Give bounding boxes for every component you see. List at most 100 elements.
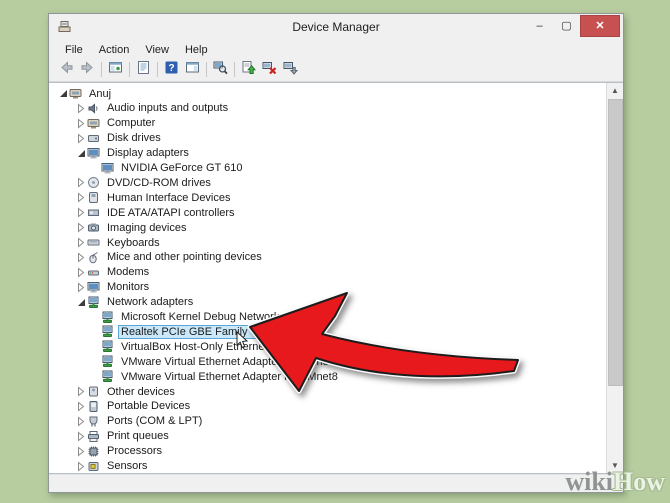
tree-row: Keyboards <box>49 235 607 250</box>
modem-icon <box>87 266 102 279</box>
tree-item-label[interactable]: IDE ATA/ATAPI controllers <box>104 206 238 220</box>
tree-row: Display adapters <box>49 146 607 161</box>
expand-toggle-icon[interactable] <box>75 192 87 203</box>
show-actions-pane-button[interactable] <box>182 60 203 80</box>
expand-toggle-icon[interactable] <box>75 252 87 263</box>
update-driver-software-button[interactable] <box>238 60 259 80</box>
tree-item-label[interactable]: Disk drives <box>104 131 164 145</box>
tree-item-label[interactable]: Processors <box>104 444 165 458</box>
console-window-icon <box>108 60 123 80</box>
scan-icon <box>213 60 228 80</box>
tree-row: VMware Virtual Ethernet Adapter for VMne… <box>49 369 607 384</box>
tree-row: Ports (COM & LPT) <box>49 414 607 429</box>
collapse-toggle-icon[interactable] <box>75 298 87 307</box>
screenshot-stage: Device Manager – ▢ ✕ FileActionViewHelp … <box>0 0 670 503</box>
tree-item-label[interactable]: Network adapters <box>104 295 196 309</box>
tree-item-label[interactable]: Microsoft Kernel Debug Network Adapter <box>118 310 323 324</box>
collapse-toggle-icon[interactable] <box>57 89 69 98</box>
toolbar-separator <box>206 62 207 77</box>
scroll-thumb[interactable] <box>608 99 623 386</box>
expand-toggle-icon[interactable] <box>75 118 87 129</box>
title-bar[interactable]: Device Manager – ▢ ✕ <box>49 14 623 41</box>
tree-item-label[interactable]: Imaging devices <box>104 221 190 235</box>
tree-item-label[interactable]: Mice and other pointing devices <box>104 250 265 264</box>
menu-help[interactable]: Help <box>177 43 216 57</box>
expand-toggle-icon[interactable] <box>75 282 87 293</box>
tree-row: NVIDIA GeForce GT 610 <box>49 161 607 176</box>
tree-item-label[interactable]: VMware Virtual Ethernet Adapter for VMne… <box>118 355 341 369</box>
printer-icon <box>87 430 102 443</box>
expand-toggle-icon[interactable] <box>75 133 87 144</box>
device-tree-panel: AnujAudio inputs and outputsComputerDisk… <box>49 82 623 474</box>
tree-item-label[interactable]: Other devices <box>104 385 178 399</box>
tree-item-label[interactable]: Print queues <box>104 429 172 443</box>
tree-item-label[interactable]: VMware Virtual Ethernet Adapter for VMne… <box>118 370 341 384</box>
properties-button[interactable] <box>133 60 154 80</box>
tree-row: Network adapters <box>49 295 607 310</box>
window-controls: – ▢ ✕ <box>526 15 620 36</box>
tree-row: Computer <box>49 116 607 131</box>
tree-row: Realtek PCIe GBE Family Controller <box>49 324 607 339</box>
expand-toggle-icon[interactable] <box>75 416 87 427</box>
tree-item-label[interactable]: Modems <box>104 265 152 279</box>
tree-item-label[interactable]: Audio inputs and outputs <box>104 101 231 115</box>
expand-toggle-icon[interactable] <box>75 401 87 412</box>
ide-icon <box>87 206 102 219</box>
tree-item-label[interactable]: DVD/CD-ROM drives <box>104 176 214 190</box>
display-icon <box>87 147 102 160</box>
tree-item-label[interactable]: VirtualBox Host-Only Ethernet Adapter <box>118 340 312 354</box>
tree-item-label[interactable]: Human Interface Devices <box>104 191 234 205</box>
scroll-up-button[interactable]: ▲ <box>607 83 623 98</box>
tree-item-selected[interactable]: Realtek PCIe GBE Family Controller <box>118 325 301 339</box>
disable-button[interactable] <box>280 60 301 80</box>
tree-row: Portable Devices <box>49 399 607 414</box>
forward-button[interactable] <box>77 60 98 80</box>
network-icon <box>101 325 116 338</box>
portable-icon <box>87 400 102 413</box>
menu-file[interactable]: File <box>57 43 91 57</box>
collapse-toggle-icon[interactable] <box>75 149 87 158</box>
vertical-scrollbar[interactable]: ▲ ▼ <box>606 83 623 473</box>
expand-toggle-icon[interactable] <box>75 103 87 114</box>
show-console-tree-button[interactable] <box>105 60 126 80</box>
computer-icon <box>87 117 102 130</box>
expand-toggle-icon[interactable] <box>75 237 87 248</box>
scroll-down-button[interactable]: ▼ <box>607 458 623 473</box>
tree-item-label[interactable]: Anuj <box>86 87 114 101</box>
tree-row: Mice and other pointing devices <box>49 250 607 265</box>
disk-icon <box>87 132 102 145</box>
expand-toggle-icon[interactable] <box>75 267 87 278</box>
uninstall-button[interactable] <box>259 60 280 80</box>
tree-row: Imaging devices <box>49 220 607 235</box>
other-icon <box>87 385 102 398</box>
toolbar-separator <box>101 62 102 77</box>
tree-item-label[interactable]: Display adapters <box>104 146 192 160</box>
tree-item-label[interactable]: Keyboards <box>104 236 163 250</box>
status-bar <box>49 474 623 492</box>
expand-toggle-icon[interactable] <box>75 386 87 397</box>
toolbar: ? <box>49 58 623 82</box>
tree-item-label[interactable]: Sensors <box>104 459 150 473</box>
expand-toggle-icon[interactable] <box>75 222 87 233</box>
tree-item-label[interactable]: NVIDIA GeForce GT 610 <box>118 161 245 175</box>
minimize-button[interactable]: – <box>526 16 553 36</box>
expand-toggle-icon[interactable] <box>75 431 87 442</box>
expand-toggle-icon[interactable] <box>75 461 87 472</box>
menu-view[interactable]: View <box>137 43 177 57</box>
tree-item-label[interactable]: Monitors <box>104 280 152 294</box>
tree-item-label[interactable]: Computer <box>104 116 158 130</box>
scan-for-hardware-changes-button[interactable] <box>210 60 231 80</box>
help-button[interactable]: ? <box>161 60 182 80</box>
tree-item-label[interactable]: Portable Devices <box>104 399 193 413</box>
device-tree[interactable]: AnujAudio inputs and outputsComputerDisk… <box>49 83 607 473</box>
network-icon <box>101 340 116 353</box>
svg-text:?: ? <box>169 63 175 74</box>
expand-toggle-icon[interactable] <box>75 446 87 457</box>
back-button[interactable] <box>56 60 77 80</box>
tree-item-label[interactable]: Ports (COM & LPT) <box>104 414 205 428</box>
expand-toggle-icon[interactable] <box>75 177 87 188</box>
maximize-button[interactable]: ▢ <box>553 16 580 36</box>
expand-toggle-icon[interactable] <box>75 207 87 218</box>
menu-action[interactable]: Action <box>91 43 138 57</box>
close-button[interactable]: ✕ <box>580 15 620 37</box>
